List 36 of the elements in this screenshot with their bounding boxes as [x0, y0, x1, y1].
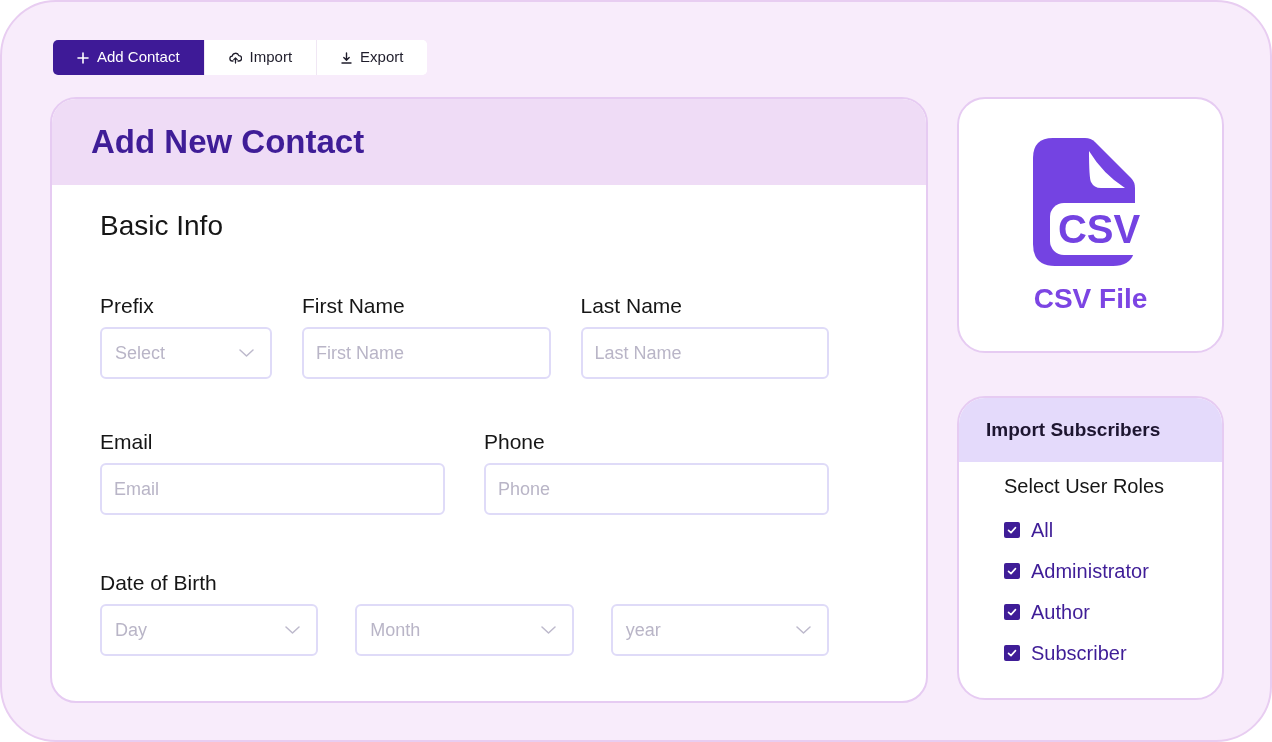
download-icon [341, 51, 353, 64]
text-input[interactable]: Email [100, 463, 445, 515]
role-label: All [1031, 518, 1054, 543]
roles-heading: Select User Roles [1004, 474, 1165, 499]
select-dropdown[interactable]: Select [100, 327, 272, 379]
text-input[interactable]: First Name [302, 327, 551, 379]
cloud-upload-icon [228, 51, 242, 64]
import-title: Import Subscribers [986, 418, 1161, 442]
select-dropdown[interactable]: Month [355, 604, 574, 656]
csv-file-label: CSV File [1033, 282, 1148, 316]
chevron-down-icon [796, 626, 811, 634]
chevron-down-icon [239, 349, 254, 357]
export-button[interactable]: Export [316, 40, 428, 75]
text-input[interactable]: Phone [484, 463, 829, 515]
field-label: Date of Birth [100, 570, 217, 596]
checkbox[interactable] [1004, 522, 1020, 538]
chevron-down-icon [540, 626, 556, 634]
field-label: Phone [484, 429, 545, 455]
field-label: Prefix [100, 293, 154, 319]
field-label: Email [100, 429, 153, 455]
role-label: Author [1031, 600, 1090, 625]
add-contact-button[interactable]: Add Contact [53, 40, 204, 75]
text-input[interactable]: Last Name [580, 327, 829, 379]
checkbox[interactable] [1004, 604, 1020, 620]
checkbox[interactable] [1004, 563, 1020, 579]
chevron-down-icon [285, 626, 301, 634]
select-dropdown[interactable]: Day [100, 604, 319, 656]
role-label: Administrator [1031, 559, 1149, 584]
role-label: Subscriber [1031, 641, 1127, 666]
plus-icon [77, 51, 89, 64]
field-label: Last Name [580, 293, 683, 319]
checkbox[interactable] [1004, 645, 1020, 661]
form-title: Add New Contact [91, 122, 365, 162]
select-dropdown[interactable]: year [610, 604, 829, 656]
section-title: Basic Info [100, 209, 223, 243]
field-label: First Name [302, 293, 405, 319]
